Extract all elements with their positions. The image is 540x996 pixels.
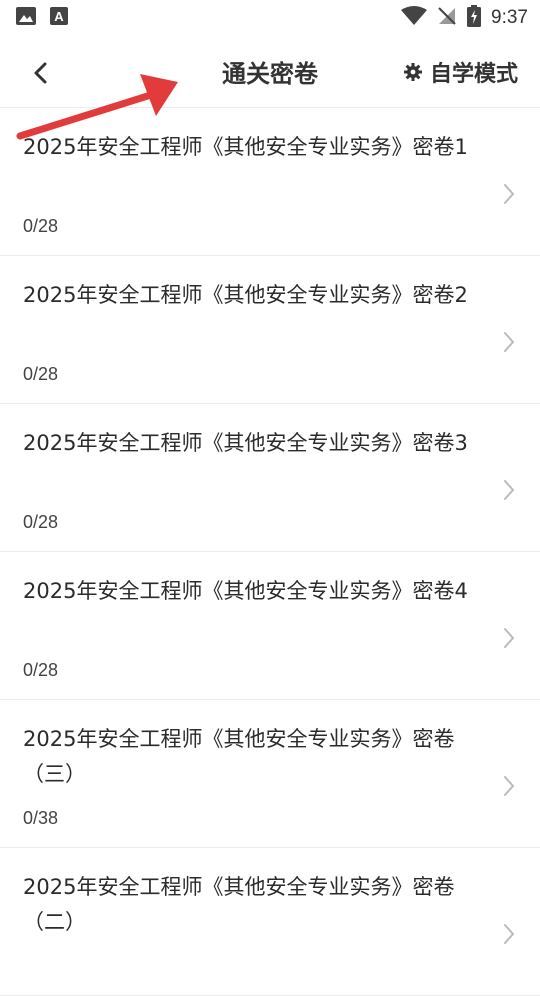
item-progress: 0/38 [23,808,59,828]
item-progress: 0/28 [23,216,59,236]
wifi-icon [401,6,428,30]
chevron-right-icon [504,628,515,648]
chevron-right-icon [504,332,515,352]
chevron-right-icon [504,480,515,500]
item-title: 2025年安全工程师《其他安全专业实务》密卷4 [23,579,468,603]
paper-list: 2025年安全工程师《其他安全专业实务》密卷1 0/28 2025年安全工程师《… [0,108,540,996]
no-signal-icon [437,6,457,30]
list-item[interactable]: 2025年安全工程师《其他安全专业实务》密卷4 0/28 [0,552,540,700]
item-title: 2025年安全工程师《其他安全专业实务》密卷（二） [23,875,455,934]
image-icon [16,7,36,29]
list-item[interactable]: 2025年安全工程师《其他安全专业实务》密卷2 0/28 [0,256,540,404]
list-item[interactable]: 2025年安全工程师《其他安全专业实务》密卷（二） [0,848,540,996]
item-title: 2025年安全工程师《其他安全专业实务》密卷1 [23,135,468,159]
list-item[interactable]: 2025年安全工程师《其他安全专业实务》密卷1 0/28 [0,108,540,256]
item-title: 2025年安全工程师《其他安全专业实务》密卷（三） [23,727,455,786]
status-time: 9:37 [491,7,528,28]
chevron-right-icon [504,776,515,796]
list-item[interactable]: 2025年安全工程师《其他安全专业实务》密卷3 0/28 [0,404,540,552]
gear-icon [403,63,422,81]
status-bar: A 9:37 [0,0,540,36]
mode-label: 自学模式 [429,62,518,87]
self-study-mode-button[interactable]: 自学模式 [403,56,518,88]
battery-charging-icon [467,5,482,31]
item-progress: 0/28 [23,512,59,532]
chevron-right-icon [504,184,515,204]
item-title: 2025年安全工程师《其他安全专业实务》密卷2 [23,283,468,307]
font-icon: A [50,7,68,29]
item-title: 2025年安全工程师《其他安全专业实务》密卷3 [23,431,468,455]
svg-text:A: A [54,9,64,24]
item-progress: 0/28 [23,660,59,680]
item-progress: 0/28 [23,364,59,384]
list-item[interactable]: 2025年安全工程师《其他安全专业实务》密卷（三） 0/38 [0,700,540,848]
chevron-right-icon [504,924,515,944]
